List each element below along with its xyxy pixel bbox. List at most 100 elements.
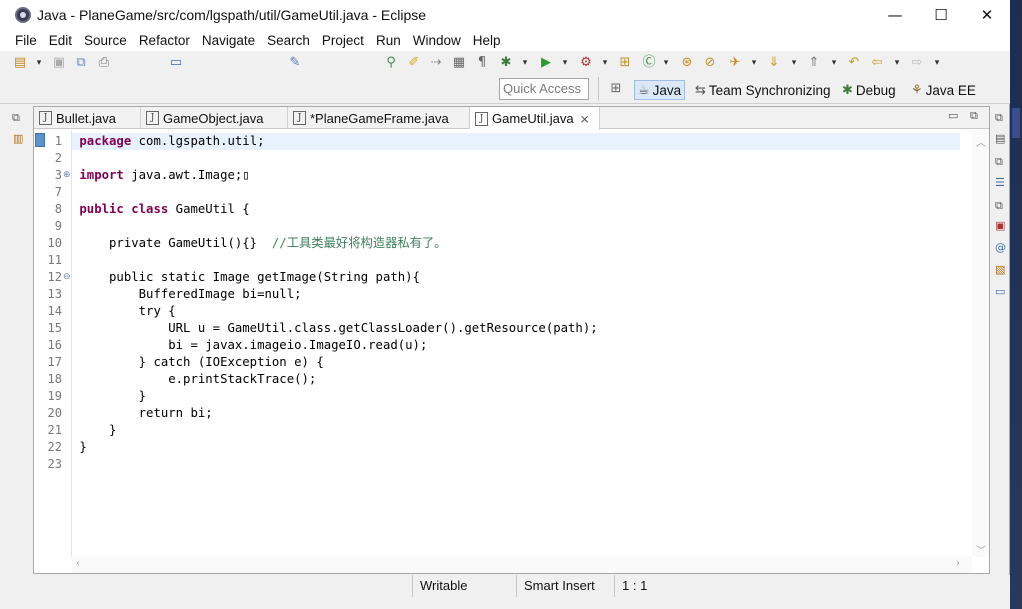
code-line[interactable] bbox=[72, 218, 960, 235]
open-console-icon[interactable]: ▭ bbox=[168, 55, 184, 71]
close-window-button[interactable]: ✕ bbox=[964, 0, 1010, 30]
collapse-fold-icon[interactable]: ⊖ bbox=[63, 269, 72, 286]
back-chevron-icon[interactable]: ▾ bbox=[893, 55, 901, 71]
quick-access-input[interactable]: Quick Access bbox=[499, 78, 589, 100]
maximize-editor-icon[interactable]: ⧉ bbox=[970, 109, 978, 123]
outline-icon[interactable]: ☰ bbox=[995, 176, 1005, 189]
external-tools-chevron-icon[interactable]: ▾ bbox=[601, 55, 609, 71]
search-icon[interactable]: ✈ bbox=[727, 55, 743, 71]
restore-view-icon-2[interactable]: ⧉ bbox=[995, 155, 1003, 169]
code-line[interactable] bbox=[72, 456, 960, 473]
task-list-icon[interactable]: ▤ bbox=[995, 132, 1005, 145]
code-line[interactable]: private GameUtil(){} //工具类最好将构造器私有了。 bbox=[72, 235, 960, 252]
code-line[interactable]: e.printStackTrace(); bbox=[72, 371, 960, 388]
code-line[interactable]: } bbox=[72, 439, 960, 456]
menu-help[interactable]: Help bbox=[467, 33, 507, 48]
open-task-icon[interactable]: ⊘ bbox=[702, 55, 718, 71]
code-line[interactable]: public static Image getImage(String path… bbox=[72, 269, 960, 286]
tab-gameobject-java[interactable]: J GameObject.java bbox=[141, 107, 288, 129]
horizontal-scrollbar[interactable]: ‹ › bbox=[72, 556, 972, 573]
perspective-team-synchronizing[interactable]: ⇆ Team Synchronizing bbox=[695, 80, 830, 100]
external-tools-icon[interactable]: ⚙ bbox=[578, 55, 594, 71]
open-perspective-icon[interactable]: ⊞ bbox=[608, 81, 624, 97]
save-icon[interactable]: ▣ bbox=[51, 55, 67, 71]
code-editor[interactable]: 1 2 3 ⊕ 7 8 9 10 11 12 ⊖ 13 14 15 16 17 18 19 20 21 22 23 pac… bbox=[34, 130, 989, 573]
close-tab-icon[interactable]: ⨯ bbox=[580, 112, 590, 126]
next-edit-location-icon[interactable]: ⇓ bbox=[766, 55, 782, 71]
code-line[interactable]: bi = javax.imageio.ImageIO.read(u); bbox=[72, 337, 960, 354]
code-line[interactable]: URL u = GameUtil.class.getClassLoader().… bbox=[72, 320, 960, 337]
tab-bullet-java[interactable]: J Bullet.java bbox=[34, 107, 141, 129]
back-arrow-icon[interactable]: ⇦ bbox=[869, 55, 885, 71]
highlight-icon[interactable]: ✐ bbox=[406, 55, 422, 71]
problems-icon[interactable]: ▣ bbox=[995, 219, 1005, 232]
menu-run[interactable]: Run bbox=[370, 33, 407, 48]
code-line[interactable] bbox=[72, 252, 960, 269]
print-icon[interactable]: ⎙ bbox=[96, 55, 112, 71]
restore-view-icon[interactable]: ⧉ bbox=[12, 111, 20, 125]
menu-project[interactable]: Project bbox=[316, 33, 370, 48]
new-dropdown-chevron-icon[interactable]: ▾ bbox=[35, 55, 43, 71]
open-type-icon[interactable]: ⊛ bbox=[679, 55, 695, 71]
declaration-icon[interactable]: ▧ bbox=[995, 263, 1005, 276]
next-edit-chevron-icon[interactable]: ▾ bbox=[790, 55, 798, 71]
package-explorer-icon[interactable]: ▥ bbox=[13, 132, 23, 145]
minimize-button[interactable]: — bbox=[872, 0, 918, 30]
pin-icon[interactable]: ✎ bbox=[287, 55, 303, 71]
run-dropdown-chevron-icon[interactable]: ▾ bbox=[561, 55, 569, 71]
code-line[interactable]: } catch (IOException e) { bbox=[72, 354, 960, 371]
menu-navigate[interactable]: Navigate bbox=[196, 33, 261, 48]
perspective-java[interactable]: ☕ Java bbox=[634, 80, 686, 100]
forward-chevron-icon[interactable]: ▾ bbox=[933, 55, 941, 71]
scroll-right-chevron-icon[interactable]: › bbox=[956, 558, 960, 569]
code-line[interactable] bbox=[72, 150, 960, 167]
restore-view-icon[interactable]: ⧉ bbox=[995, 111, 1003, 125]
previous-edit-chevron-icon[interactable]: ▾ bbox=[830, 55, 838, 71]
code-line[interactable]: } bbox=[72, 422, 960, 439]
run-icon[interactable]: ▶ bbox=[538, 55, 554, 71]
last-edit-location-icon[interactable]: ↶ bbox=[846, 55, 862, 71]
previous-edit-location-icon[interactable]: ⇑ bbox=[806, 55, 822, 71]
toggle-mark-occurrences-icon[interactable]: ⚲ bbox=[383, 55, 399, 71]
block-selection-icon[interactable]: ▦ bbox=[451, 55, 467, 71]
perspective-java-ee[interactable]: ⚘ Java EE bbox=[911, 80, 976, 100]
code-line[interactable]: public class GameUtil { bbox=[72, 201, 960, 218]
restore-view-icon-3[interactable]: ⧉ bbox=[995, 199, 1003, 213]
new-class-chevron-icon[interactable]: ▾ bbox=[662, 55, 670, 71]
menu-source[interactable]: Source bbox=[78, 33, 133, 48]
menu-edit[interactable]: Edit bbox=[43, 33, 78, 48]
code-line[interactable]: import java.awt.Image;▯ bbox=[72, 167, 960, 184]
scroll-down-chevron-icon[interactable]: ﹀ bbox=[976, 542, 986, 557]
show-whitespace-icon[interactable]: ¶ bbox=[474, 55, 490, 71]
code-line[interactable]: try { bbox=[72, 303, 960, 320]
menu-file[interactable]: File bbox=[9, 33, 43, 48]
save-all-icon[interactable]: ⧉ bbox=[73, 55, 89, 71]
code-line[interactable]: package com.lgspath.util; bbox=[72, 133, 960, 150]
maximize-button[interactable]: ☐ bbox=[918, 0, 964, 30]
tab-gameutil-java[interactable]: J GameUtil.java ⨯ bbox=[470, 107, 600, 130]
console-icon[interactable]: ▭ bbox=[995, 285, 1005, 298]
new-java-class-icon[interactable]: Ⓒ bbox=[641, 55, 657, 71]
code-line[interactable] bbox=[72, 184, 960, 201]
vertical-scrollbar[interactable]: ︿ ﹀ bbox=[972, 130, 989, 557]
next-annotation-icon[interactable]: ⇢ bbox=[428, 55, 444, 71]
code-line[interactable]: return bi; bbox=[72, 405, 960, 422]
expand-fold-icon[interactable]: ⊕ bbox=[63, 167, 72, 184]
menu-search[interactable]: Search bbox=[261, 33, 316, 48]
javadoc-icon[interactable]: @ bbox=[995, 241, 1006, 254]
minimize-editor-icon[interactable]: ▭ bbox=[948, 109, 958, 122]
debug-dropdown-chevron-icon[interactable]: ▾ bbox=[521, 55, 529, 71]
scroll-left-chevron-icon[interactable]: ‹ bbox=[76, 558, 80, 569]
forward-arrow-icon[interactable]: ⇨ bbox=[909, 55, 925, 71]
code-line[interactable]: BufferedImage bi=null; bbox=[72, 286, 960, 303]
new-java-project-icon[interactable]: ⊞ bbox=[617, 55, 633, 71]
menu-refactor[interactable]: Refactor bbox=[133, 33, 196, 48]
menu-window[interactable]: Window bbox=[407, 33, 467, 48]
scroll-up-chevron-icon[interactable]: ︿ bbox=[976, 134, 986, 149]
code-line[interactable]: } bbox=[72, 388, 960, 405]
debug-bug-icon[interactable]: ✱ bbox=[498, 55, 514, 71]
tab-planegameframe-java[interactable]: J *PlaneGameFrame.java bbox=[288, 107, 470, 129]
perspective-debug[interactable]: ✱ Debug bbox=[842, 80, 896, 100]
search-chevron-icon[interactable]: ▾ bbox=[750, 55, 758, 71]
code-lines[interactable]: package com.lgspath.util; import java.aw… bbox=[72, 130, 960, 557]
